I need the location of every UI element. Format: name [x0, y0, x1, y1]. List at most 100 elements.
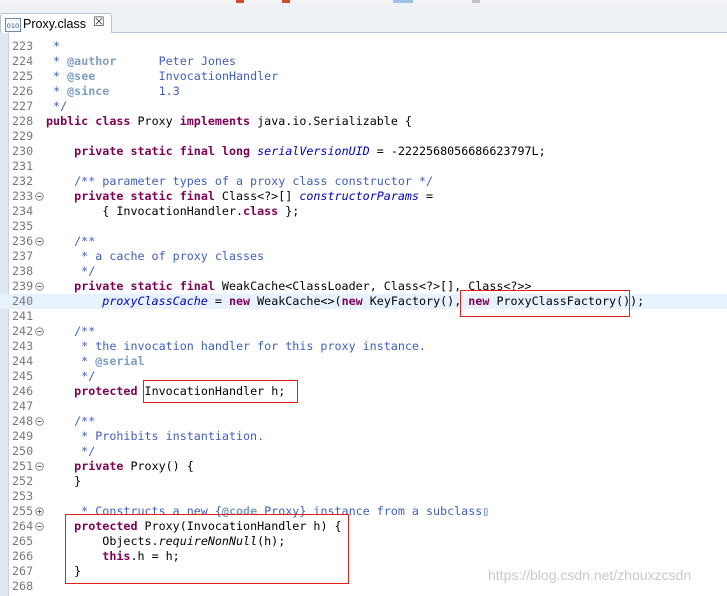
line-number: 224: [12, 54, 34, 68]
code-line[interactable]: 228 public class Proxy implements java.io…: [0, 114, 727, 129]
code-line[interactable]: 230 private static final long serialVers…: [0, 144, 727, 159]
line-number: 229: [12, 129, 34, 143]
code-token: private static final: [74, 279, 215, 293]
code-line[interactable]: 243 * the invocation handler for this pr…: [0, 339, 727, 354]
code-line[interactable]: 253: [0, 489, 727, 504]
line-number: 225: [12, 69, 34, 83]
line-number: 232: [12, 174, 34, 188]
code-token: @author: [67, 54, 117, 68]
code-token: Proxy() {: [123, 459, 194, 473]
code-token: /** parameter types of a proxy class con…: [46, 174, 434, 188]
code-line[interactable]: 233 private static final Class<?>[] cons…: [0, 189, 727, 204]
line-number: 238: [12, 264, 34, 278]
line-number: 245: [12, 369, 34, 383]
line-number: 226: [12, 84, 34, 98]
code-line[interactable]: 235: [0, 219, 727, 234]
code-line[interactable]: 223 *: [0, 39, 727, 54]
line-number: 267: [12, 564, 34, 578]
line-number: 227: [12, 99, 34, 113]
code-line[interactable]: 224 * @author Peter Jones: [0, 54, 727, 69]
code-token: constructorParams: [299, 189, 419, 203]
code-line[interactable]: 232 /** parameter types of a proxy class…: [0, 174, 727, 189]
line-number: 228: [12, 114, 34, 128]
code-line[interactable]: 236 /**: [0, 234, 727, 249]
toolbar-button-fragment[interactable]: [472, 0, 480, 3]
line-number: 249: [12, 429, 34, 443]
fold-collapse-icon[interactable]: [35, 282, 44, 291]
code-token: */: [46, 369, 96, 383]
line-number: 231: [12, 159, 34, 173]
code-line[interactable]: 249 * Prohibits instantiation.: [0, 429, 727, 444]
annotation-box-proxy-constructor: [65, 514, 349, 584]
line-number: 230: [12, 144, 34, 158]
code-line[interactable]: 238 */: [0, 264, 727, 279]
code-line[interactable]: 226 * @since 1.3: [0, 84, 727, 99]
line-number: 235: [12, 219, 34, 233]
code-token: private: [74, 459, 124, 473]
fold-collapse-icon[interactable]: [35, 327, 44, 336]
fold-collapse-icon[interactable]: [35, 417, 44, 426]
code-token: private static final: [74, 189, 215, 203]
code-text: * @since 1.3: [46, 84, 180, 99]
line-number: 252: [12, 474, 34, 488]
code-text: * the invocation handler for this proxy …: [46, 339, 426, 354]
code-token: serialVersionUID: [257, 144, 370, 158]
code-token: */: [46, 444, 96, 458]
code-line[interactable]: 225 * @see InvocationHandler: [0, 69, 727, 84]
code-token: InvocationHandler: [95, 69, 279, 83]
code-line[interactable]: 250 */: [0, 444, 727, 459]
fold-collapse-icon[interactable]: [35, 237, 44, 246]
fold-expand-icon[interactable]: [35, 507, 44, 516]
code-token: /**: [46, 324, 96, 338]
toolbar-button-fragment[interactable]: [282, 0, 290, 3]
line-number: 250: [12, 444, 34, 458]
code-line[interactable]: 244 * @serial: [0, 354, 727, 369]
code-line[interactable]: 251 private Proxy() {: [0, 459, 727, 474]
line-number: 244: [12, 354, 34, 368]
code-token: *: [46, 354, 96, 368]
code-line[interactable]: 229: [0, 129, 727, 144]
toolbar-button-fragment[interactable]: [393, 0, 413, 3]
code-token: protected: [74, 384, 138, 398]
code-token: /**: [46, 234, 96, 248]
code-text: * @author Peter Jones: [46, 54, 236, 69]
code-token: }: [46, 474, 82, 488]
line-number: 243: [12, 339, 34, 353]
code-token: 1.3: [109, 84, 180, 98]
code-token: * a cache of proxy classes: [46, 249, 265, 263]
annotation-box-invocation-handler-field: [143, 380, 298, 403]
line-number: 247: [12, 399, 34, 413]
code-token: class: [243, 204, 279, 218]
code-text: private static final WeakCache<ClassLoad…: [46, 279, 531, 294]
code-line[interactable]: 231: [0, 159, 727, 174]
close-icon[interactable]: ☒: [93, 15, 105, 30]
code-line[interactable]: 227 */: [0, 99, 727, 114]
code-token: WeakCache<>(: [250, 294, 342, 308]
code-text: /**: [46, 234, 95, 249]
fold-collapse-icon[interactable]: [35, 522, 44, 531]
line-number: 240: [12, 294, 34, 308]
code-token: @since: [67, 84, 110, 98]
toolbar-button-fragment[interactable]: [236, 0, 244, 3]
code-line[interactable]: 237 * a cache of proxy classes: [0, 249, 727, 264]
fold-collapse-icon[interactable]: [35, 462, 44, 471]
code-line[interactable]: 234 { InvocationHandler.class };: [0, 204, 727, 219]
code-line[interactable]: 242 /**: [0, 324, 727, 339]
code-line[interactable]: 252 }: [0, 474, 727, 489]
code-token: { InvocationHandler.: [46, 204, 244, 218]
code-token: /**: [46, 414, 96, 428]
fold-collapse-icon[interactable]: [35, 192, 44, 201]
code-token: Peter Jones: [116, 54, 237, 68]
line-number: 265: [12, 534, 34, 548]
code-line[interactable]: 247: [0, 399, 727, 414]
class-file-icon-text: 010: [7, 22, 19, 30]
code-line[interactable]: 245 */: [0, 369, 727, 384]
code-line[interactable]: 246 protected InvocationHandler h;: [0, 384, 727, 399]
code-line[interactable]: 248 /**: [0, 414, 727, 429]
tab-title: Proxy.class: [23, 17, 86, 31]
code-token: =: [418, 189, 434, 203]
